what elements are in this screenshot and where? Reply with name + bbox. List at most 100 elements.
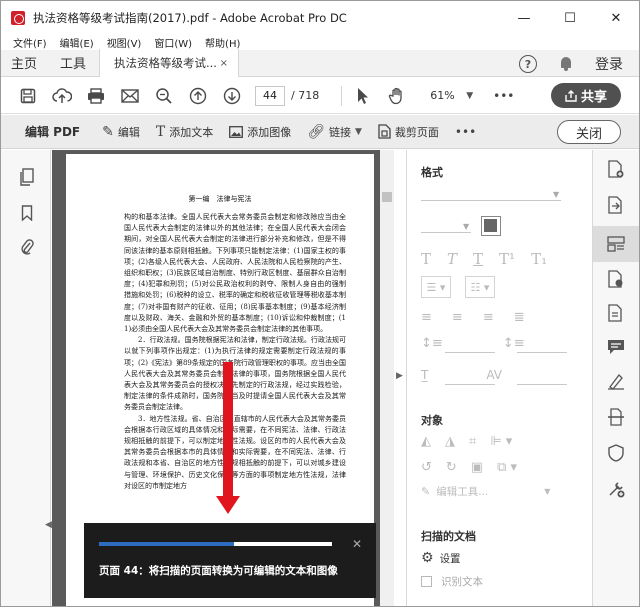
bookmark-icon[interactable]: [18, 204, 36, 222]
bell-icon[interactable]: [559, 56, 573, 72]
collapse-right-panel-icon[interactable]: ▶: [396, 371, 403, 381]
tab-home[interactable]: 主页: [1, 49, 47, 76]
font-size-select[interactable]: [421, 232, 471, 233]
hand-tool-icon[interactable]: [380, 82, 414, 110]
edit-button[interactable]: ✎ 编辑: [102, 124, 140, 140]
page-thumbnails-icon[interactable]: [18, 168, 36, 186]
align-center-icon[interactable]: ≡: [452, 310, 463, 325]
save-icon[interactable]: [11, 82, 45, 110]
font-family-select[interactable]: [421, 200, 561, 201]
help-icon[interactable]: ?: [519, 55, 537, 73]
bullet-list-button[interactable]: ☰ ▾: [421, 276, 451, 298]
export-pdf-icon[interactable]: [605, 194, 627, 216]
share-icon: [565, 89, 577, 102]
next-page-icon[interactable]: [215, 82, 249, 110]
align-right-icon[interactable]: ≡: [483, 310, 494, 325]
title-bar: 执法资格等级考试指南(2017).pdf - Adobe Acrobat Pro…: [1, 1, 639, 35]
select-cursor-icon[interactable]: [346, 82, 380, 110]
arrange-icon[interactable]: ⧉ ▾: [497, 460, 517, 475]
attachment-icon[interactable]: [18, 238, 36, 256]
comment-bubble-icon[interactable]: [605, 336, 627, 358]
comment-pdf-icon[interactable]: [605, 268, 627, 290]
zoom-chevron-down-icon[interactable]: ▼: [466, 91, 473, 101]
toolbar-more-button[interactable]: •••: [493, 89, 514, 103]
image-icon: [229, 125, 244, 138]
rotate-right-icon[interactable]: ↻: [446, 460, 457, 475]
recognize-text-checkbox[interactable]: [421, 576, 432, 587]
paragraph-spacing-select[interactable]: [517, 352, 567, 353]
edit-tool-row[interactable]: ✎ 编辑工具... ▼: [421, 484, 550, 499]
settings-button[interactable]: ⚙ 设置: [421, 550, 461, 566]
close-window-button[interactable]: ✕: [593, 1, 639, 35]
text-superscript-icon[interactable]: T¹: [499, 250, 515, 268]
protect-shield-icon[interactable]: [605, 442, 627, 464]
panel-scrollbar[interactable]: [579, 150, 591, 606]
tab-close-icon[interactable]: ×: [220, 58, 228, 69]
text-color-swatch[interactable]: [481, 216, 501, 236]
maximize-button[interactable]: ☐: [547, 1, 593, 35]
zoom-out-search-icon[interactable]: [147, 82, 181, 110]
prev-page-icon[interactable]: [181, 82, 215, 110]
crop-page-button[interactable]: 裁剪页面: [378, 124, 439, 140]
text-italic-icon[interactable]: T: [447, 250, 457, 268]
paragraph-spacing-icon[interactable]: ↕≡: [503, 336, 525, 351]
replace-image-icon[interactable]: ▣: [471, 460, 483, 475]
link-button[interactable]: 🔗︎ 链接 ▼: [307, 124, 362, 140]
gear-icon: ⚙: [421, 550, 434, 566]
email-icon[interactable]: [113, 82, 147, 110]
text-normal-icon[interactable]: T: [421, 250, 431, 268]
character-spacing-select[interactable]: [517, 384, 567, 385]
text-style-row: T T T T¹ T₁: [421, 250, 547, 268]
add-text-button[interactable]: T 添加文本: [156, 124, 213, 140]
tab-tools[interactable]: 工具: [47, 49, 99, 76]
page-number-input[interactable]: 44: [255, 85, 285, 106]
flip-vertical-icon[interactable]: ◭: [421, 434, 431, 449]
align-justify-icon[interactable]: ≣: [514, 310, 525, 325]
minimize-button[interactable]: —: [501, 1, 547, 35]
ocr-progress-overlay: ✕ 页面 44：将扫描的页面转换为可编辑的文本和图像: [84, 523, 376, 598]
align-objects-icon[interactable]: ⊫ ▾: [490, 434, 512, 449]
text-subscript-icon[interactable]: T₁: [531, 250, 547, 268]
text-underline-icon[interactable]: T: [473, 250, 483, 268]
editbar-more-button[interactable]: •••: [455, 125, 476, 139]
zoom-level[interactable]: 61%: [430, 89, 466, 102]
crop-icon[interactable]: ⌗: [469, 434, 476, 449]
menu-edit[interactable]: 编辑(E): [60, 35, 94, 50]
menu-window[interactable]: 窗口(W): [154, 35, 192, 50]
scan-ocr-icon[interactable]: [605, 406, 627, 428]
document-scroll-thumb[interactable]: [382, 192, 392, 202]
numbered-list-button[interactable]: ☷ ▾: [465, 276, 495, 298]
cloud-upload-icon[interactable]: [45, 82, 79, 110]
tab-document[interactable]: 执法资格等级考试... ×: [99, 49, 239, 77]
align-left-icon[interactable]: ≡: [421, 310, 432, 325]
close-edit-button[interactable]: 关闭: [557, 120, 621, 144]
menu-file[interactable]: 文件(F): [13, 35, 47, 50]
menu-view[interactable]: 视图(V): [107, 35, 142, 50]
settings-label: 设置: [439, 552, 461, 565]
line-spacing-icon[interactable]: ↕≡: [421, 336, 443, 351]
flip-horizontal-icon[interactable]: ◮: [445, 434, 455, 449]
print-icon[interactable]: [79, 82, 113, 110]
font-family-chevron-icon: ▼: [553, 190, 560, 199]
list-style-row: ☰ ▾ ☷ ▾: [421, 276, 495, 298]
rotate-left-icon[interactable]: ↺: [421, 460, 432, 475]
fill-sign-icon[interactable]: [605, 370, 627, 392]
login-button[interactable]: 登录: [595, 54, 623, 74]
edit-pdf-tool-icon[interactable]: [605, 233, 627, 255]
main-toolbar: 44 / 718 61% ▼ ••• 共享: [1, 78, 639, 114]
share-button[interactable]: 共享: [551, 83, 621, 108]
menu-help[interactable]: 帮助(H): [205, 35, 240, 50]
page-body-text: 构的和基本法律。全国人民代表大会常务委员会制定和修改除应当由全国人民代表大会制定…: [124, 212, 346, 492]
overlay-close-icon[interactable]: ✕: [352, 537, 362, 551]
more-tools-icon[interactable]: [605, 478, 627, 500]
line-spacing-select[interactable]: [445, 352, 495, 353]
character-spacing-icon[interactable]: AV: [486, 368, 502, 382]
document-vertical-scrollbar[interactable]: [380, 150, 394, 606]
add-image-button[interactable]: 添加图像: [229, 124, 291, 140]
horizontal-scale-icon[interactable]: T̲: [421, 368, 428, 382]
page-total: / 718: [291, 89, 320, 102]
create-pdf-icon[interactable]: [605, 158, 627, 180]
organize-pages-icon[interactable]: [605, 302, 627, 324]
horizontal-scale-select[interactable]: [445, 384, 495, 385]
collapse-left-panel-icon[interactable]: ◀: [45, 520, 52, 530]
